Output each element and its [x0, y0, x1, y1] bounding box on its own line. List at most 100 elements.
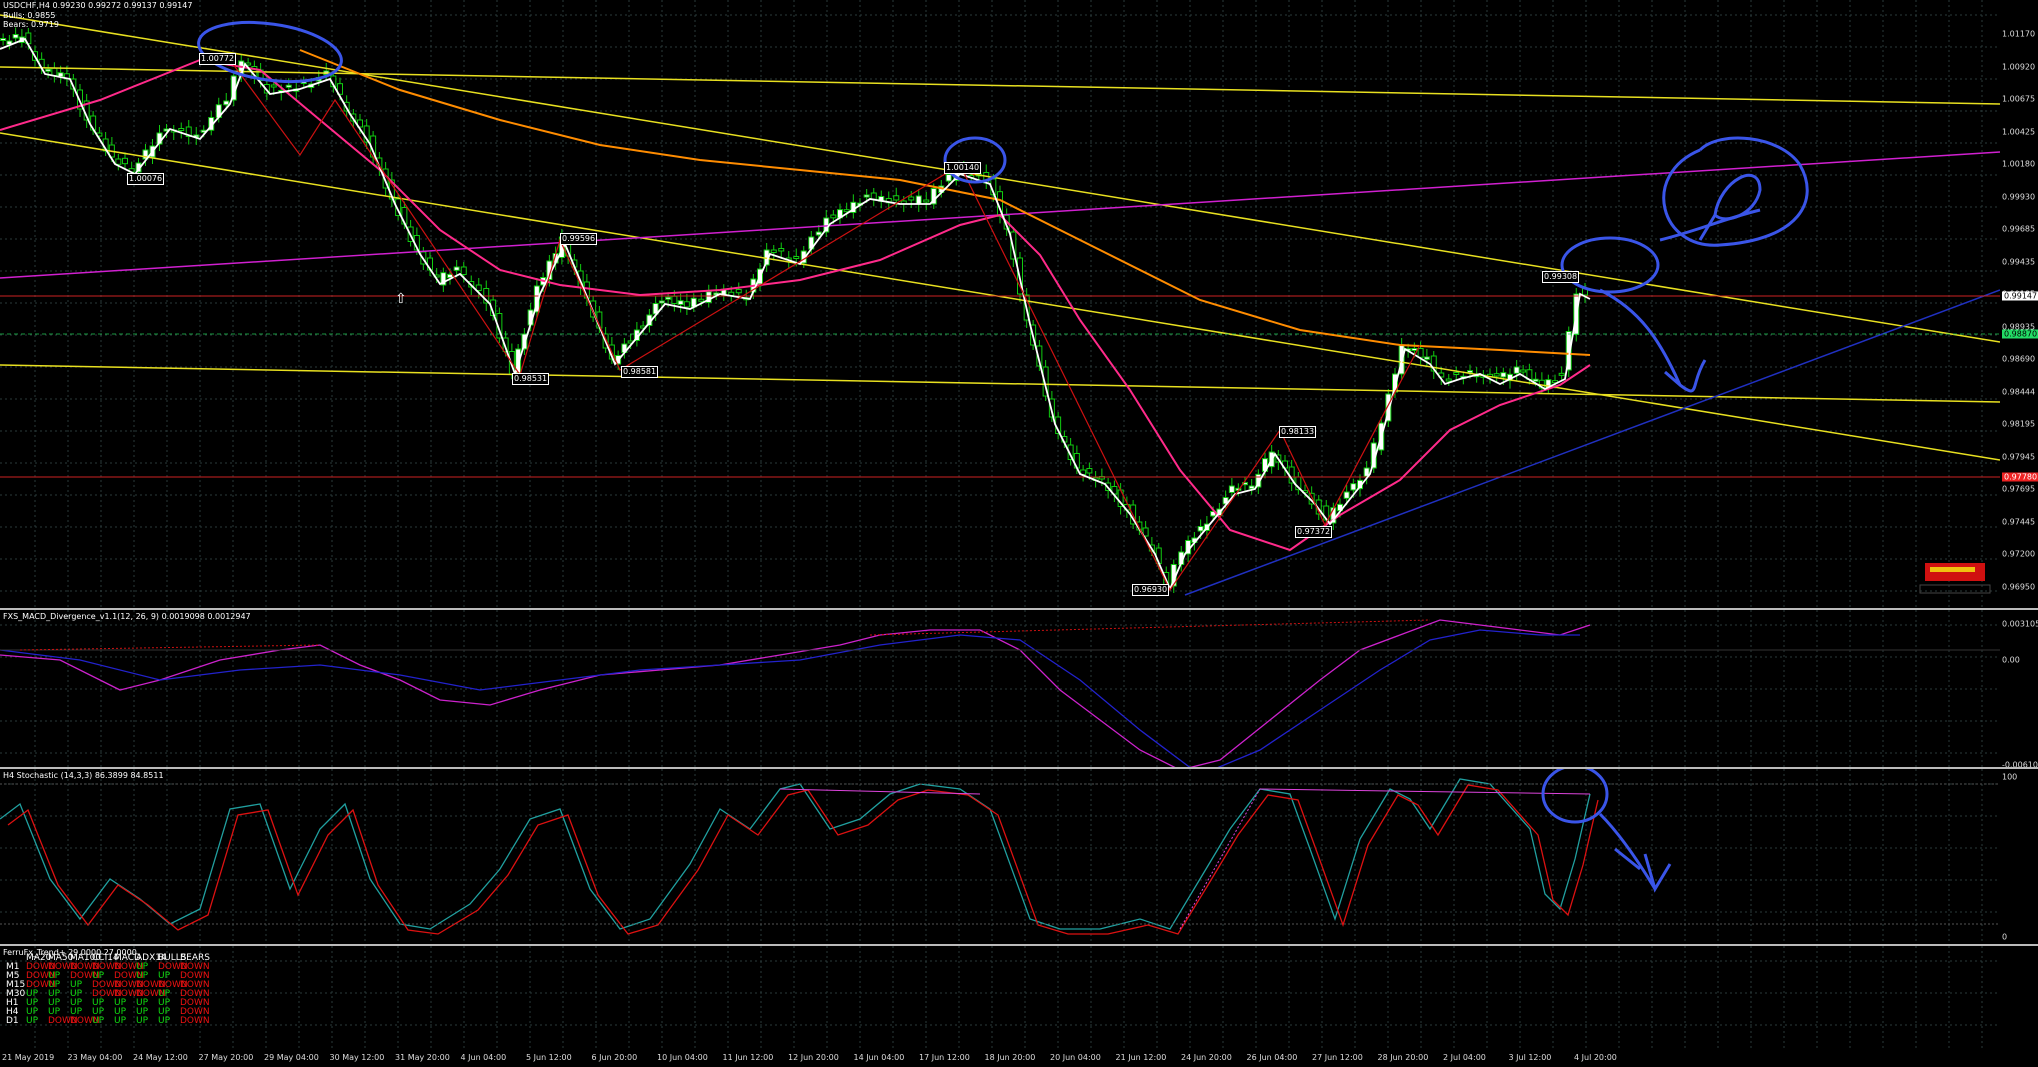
time-axis-label: 12 Jun 20:00	[788, 1053, 839, 1062]
level-price-tag: 0.97780	[2002, 472, 2038, 482]
price-axis-label: 0.99930	[2002, 192, 2036, 201]
candle-body	[923, 199, 930, 203]
bears-readout: Bears: 0.9719	[3, 20, 59, 29]
candle-body	[453, 266, 460, 271]
candle-body	[815, 231, 822, 236]
trend-table: MA20 MA50 MA100 CCI14 MACD ADX14 BULLS BEARS M1…	[6, 954, 210, 1026]
stochastic-main-line	[0, 778, 1591, 930]
candle-body	[1417, 348, 1424, 358]
time-axis-label: 28 Jun 20:00	[1377, 1053, 1429, 1062]
price-axis-label: 0.97445	[2002, 517, 2036, 526]
price-chart-pane[interactable]: ⇧▼ USDCHF,H4 0.99230 0.99272 0.99137 0.9…	[0, 0, 2000, 608]
trendline	[0, 14, 2000, 343]
bulls-bears-readout	[1919, 584, 1991, 594]
trend-row: D1 UP DOWN DOWN UP UP UP UP DOWN	[6, 1016, 210, 1026]
price-axis-label: 0.97695	[2002, 484, 2036, 494]
trend-value: UP	[26, 1016, 39, 1026]
trend-value: DOWN	[48, 1016, 78, 1026]
time-axis-label: 21 May 2019	[2, 1053, 55, 1062]
candle-body	[460, 266, 467, 275]
candle-body	[115, 158, 122, 165]
price-axis-label: 0.98444	[2002, 387, 2036, 396]
time-axis-label: 29 May 04:00	[264, 1053, 319, 1062]
time-axis-label: 20 Jun 04:00	[1050, 1053, 1101, 1062]
candle-body	[658, 300, 665, 304]
time-axis-label: 24 May 12:00	[133, 1053, 188, 1062]
symbol-title: USDCHF,H4 0.99230 0.99272 0.99137 0.9914…	[3, 1, 193, 10]
candle-body	[843, 209, 850, 213]
time-axis-label: 31 May 20:00	[395, 1053, 450, 1062]
price-axis-label: 0.98195	[2002, 419, 2036, 429]
macd-pane[interactable]: FXS_MACD_Divergence_v1.1(12, 26, 9) 0.00…	[0, 610, 2000, 767]
trend-pane[interactable]: FerruFx_Trend+ 29.0000 27.0000 MA20 MA50 M…	[0, 946, 2000, 1049]
trendline	[1184, 289, 2000, 596]
time-axis-label: 4 Jun 04:00	[460, 1053, 507, 1062]
trend-value: UP	[92, 1016, 105, 1026]
candle-body	[870, 192, 877, 200]
time-axis-label: 26 Jun 04:00	[1246, 1053, 1298, 1062]
macd-title: FXS_MACD_Divergence_v1.1(12, 26, 9) 0.00…	[3, 612, 251, 621]
trend-value: UP	[114, 1016, 127, 1026]
candle-body	[122, 157, 128, 165]
candle-body	[677, 300, 684, 305]
time-axis-label: 23 May 04:00	[67, 1053, 123, 1062]
stochastic-pane[interactable]: H4 Stochastic (14,3,3) 86.3899 84.8511	[0, 769, 2000, 944]
candle-body	[1350, 483, 1357, 491]
stochastic-canvas[interactable]	[0, 769, 2000, 944]
trend-timeframe: D1	[6, 1016, 19, 1026]
trend-axis	[2000, 946, 2038, 1049]
time-axis-label: 21 Jun 12:00	[1115, 1053, 1167, 1062]
current-price-tag: 0.99147	[2002, 291, 2038, 301]
candle-body	[223, 100, 230, 106]
candle-body	[1453, 372, 1460, 375]
bulls-bears-bar	[1930, 567, 1975, 572]
candle-body	[735, 289, 742, 294]
macd-canvas[interactable]	[0, 610, 2000, 767]
candle-body	[51, 67, 58, 76]
time-axis[interactable]: 21 May 2019 23 May 04:00 24 May 12:00 27 Ma…	[0, 1051, 2038, 1067]
time-axis-label: 27 Jun 12:00	[1312, 1053, 1363, 1062]
price-axis-label: 0.97200	[2002, 549, 2036, 559]
price-label: 0.98531	[512, 373, 550, 385]
price-axis-label: 1.00675	[2002, 94, 2036, 104]
time-axis-label: 11 Jun 12:00	[722, 1053, 774, 1062]
candle-body	[45, 68, 52, 72]
candle-body	[1343, 491, 1350, 499]
level-price-tag: 0.98870	[2002, 329, 2038, 339]
candle-body	[665, 296, 672, 300]
ma-line	[0, 37, 1591, 592]
time-axis-label: 3 Jul 12:00	[1508, 1053, 1552, 1062]
price-chart-canvas[interactable]: ⇧▼	[0, 0, 2000, 608]
candle-body	[1493, 373, 1500, 377]
trend-value: DOWN	[70, 1016, 100, 1026]
time-axis-label: 18 Jun 20:00	[984, 1053, 1036, 1062]
candle-body	[698, 298, 705, 302]
candle-body	[1500, 372, 1507, 378]
price-axis[interactable]: 0.96950 0.97200 0.97445 0.97695 0.97945 0.981…	[2000, 0, 2038, 608]
macd-axis-label: 0.00	[2002, 655, 2020, 665]
candle-body	[178, 128, 185, 131]
bulls-readout: Bulls: 0.9855	[3, 11, 56, 20]
trend-value: DOWN	[180, 1016, 210, 1026]
stoch-axis-label: 100	[2002, 772, 2018, 782]
price-axis-label: 1.00920	[2002, 62, 2036, 71]
trend-value: UP	[158, 1016, 171, 1026]
time-axis-label: 10 Jun 04:00	[657, 1053, 708, 1062]
price-axis-label: 1.00180	[2002, 159, 2036, 169]
price-label: 0.99308	[1542, 271, 1580, 283]
candle-body	[1423, 356, 1430, 360]
zigzag-line	[229, 59, 1421, 592]
divergence-line	[1259, 788, 1591, 795]
annotation-circle	[1560, 236, 1660, 294]
candle-body	[475, 284, 482, 291]
price-axis-label: 0.98690	[2002, 354, 2036, 364]
time-axis-label: 17 Jun 12:00	[919, 1053, 970, 1062]
candle-body	[1086, 468, 1093, 474]
macd-line	[0, 619, 1591, 767]
candle-body	[908, 196, 915, 201]
trend-value: UP	[136, 1016, 149, 1026]
macd-signal-line	[0, 629, 1580, 767]
trendline	[0, 66, 2000, 105]
price-axis-label: 0.97945	[2002, 452, 2036, 461]
candle-body	[1513, 366, 1520, 374]
